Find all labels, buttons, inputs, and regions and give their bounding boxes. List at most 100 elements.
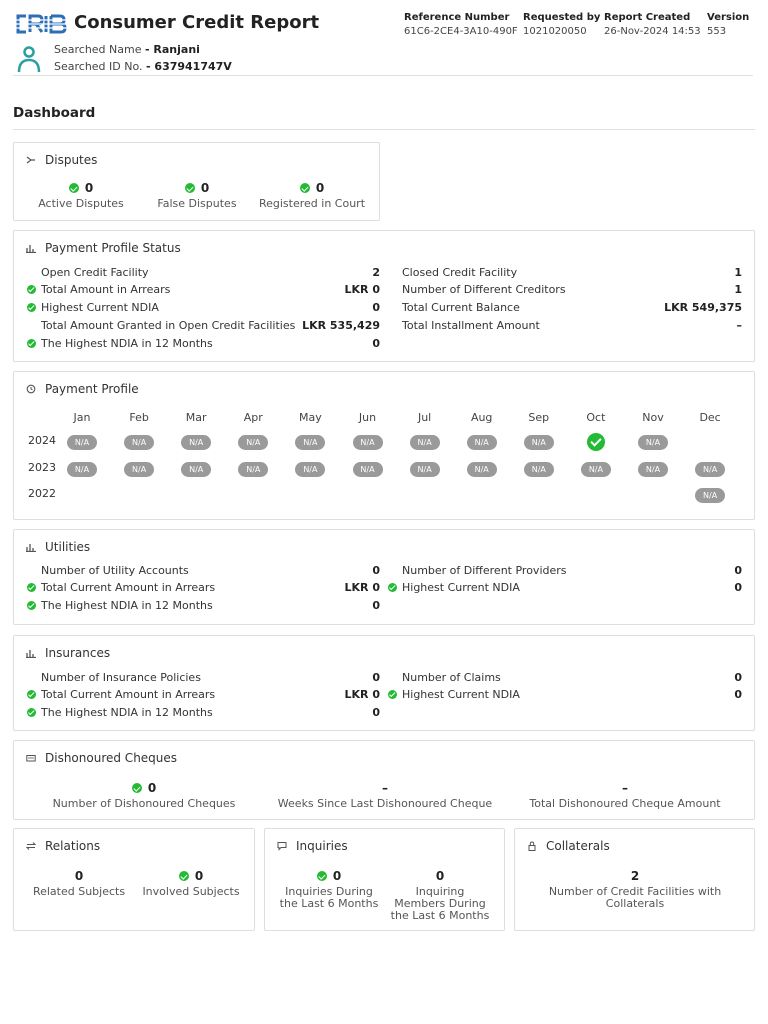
inquiring-members-stat: 0 Inquiring Members During the Last 6 Mo… xyxy=(385,869,495,922)
check-icon xyxy=(178,871,189,881)
stat-label: Registered in Court xyxy=(258,197,366,210)
status-pill: N/A xyxy=(523,435,554,450)
insurances-header: Insurances xyxy=(26,646,110,660)
status-pill: N/A xyxy=(352,435,383,450)
summary-label: Number of Different Creditors xyxy=(388,283,566,296)
summary-label-text: Number of Claims xyxy=(402,670,501,684)
summary-row: The Highest NDIA in 12 Months 0 xyxy=(27,597,380,613)
stat-value: 0 xyxy=(332,869,342,883)
total-amount-stat: – Total Dishonoured Cheque Amount xyxy=(514,781,736,810)
chart-icon xyxy=(26,245,36,253)
summary-label-text: Highest Current NDIA xyxy=(41,301,159,314)
searched-id-value: - 637941747V xyxy=(146,60,232,73)
status-pill: N/A xyxy=(181,435,212,450)
month-label: Apr xyxy=(243,411,263,424)
summary-label-text: Number of Utility Accounts xyxy=(41,563,189,577)
person-icon xyxy=(17,46,41,73)
summary-label-text: The Highest NDIA in 12 Months xyxy=(41,598,213,612)
paid-on-time-icon xyxy=(586,433,605,451)
summary-value: 1 xyxy=(734,265,742,279)
summary-value: – xyxy=(736,318,743,332)
involved-subjects-stat: 0 Involved Subjects xyxy=(136,869,246,898)
chart-icon xyxy=(26,544,36,552)
status-pill: N/A xyxy=(295,435,326,450)
summary-row: Number of Different Providers 0 xyxy=(388,562,742,578)
month-label: Feb xyxy=(129,411,149,424)
summary-value: 0 xyxy=(372,670,380,684)
summary-label: The Highest NDIA in 12 Months xyxy=(27,599,213,612)
summary-label-text: Number of Different Creditors xyxy=(402,283,566,297)
status-pill: N/A xyxy=(124,461,155,477)
stat-value: 0 xyxy=(147,781,157,795)
summary-label: Closed Credit Facility xyxy=(388,266,517,279)
check-icon xyxy=(388,690,397,699)
meta-value: 61C6-2CE4-3A10-490F xyxy=(404,26,518,37)
month-label: Jan xyxy=(73,411,91,424)
report-header: Consumer Credit Report Searched Name - R… xyxy=(0,0,768,80)
summary-row: Total Current Amount in Arrears LKR 0 xyxy=(27,687,380,703)
summary-value: LKR 0 xyxy=(344,283,381,297)
meta-requested-by: Requested by 1021020050 xyxy=(523,12,600,37)
meta-value: 26-Nov-2024 14:53 xyxy=(604,26,701,37)
utilities-card: Utilities Number of Utility Accounts 0 Tot… xyxy=(13,529,755,625)
inquiries-6-months-stat: 0 Inquiries During the Last 6 Months xyxy=(273,869,385,910)
summary-label-text: Total Installment Amount xyxy=(402,318,540,332)
summary-value: LKR 0 xyxy=(344,688,381,701)
status-pill: N/A xyxy=(695,461,726,477)
summary-label-text: The Highest NDIA in 12 Months xyxy=(41,705,213,719)
summary-row: Number of Claims 0 xyxy=(388,669,742,685)
summary-row: Number of Insurance Policies 0 xyxy=(27,669,380,685)
stat-value: 0 xyxy=(84,181,94,195)
summary-label: Total Amount in Arrears xyxy=(27,283,170,296)
summary-label-text: Total Current Balance xyxy=(402,301,520,314)
registered-in-court-stat: 0 Registered in Court xyxy=(256,181,368,210)
payment-profile-title: Payment Profile xyxy=(45,382,139,396)
meta-report-created: Report Created 26-Nov-2024 14:53 xyxy=(604,12,701,37)
check-icon xyxy=(316,871,327,881)
summary-row: Total Installment Amount – xyxy=(388,317,742,333)
summary-label: Total Current Amount in Arrears xyxy=(27,581,215,594)
chart-icon xyxy=(26,650,36,658)
summary-value: LKR 535,429 xyxy=(302,318,380,332)
status-pill: N/A xyxy=(695,488,726,503)
stat-label-line: the Last 6 Months xyxy=(279,897,379,910)
summary-label: Total Amount Granted in Open Credit Faci… xyxy=(27,319,295,332)
summary-row: Total Current Amount in Arrears LKR 0 xyxy=(27,580,380,596)
payment-profile-status-header: Payment Profile Status xyxy=(26,241,181,255)
summary-row: Number of Different Creditors 1 xyxy=(388,282,742,298)
summary-row: Highest Current NDIA 0 xyxy=(388,580,742,596)
summary-value: 0 xyxy=(734,688,742,701)
check-icon xyxy=(27,583,36,592)
status-pill: N/A xyxy=(409,461,440,477)
status-pill: N/A xyxy=(67,435,97,450)
summary-label-text: Total Current Amount in Arrears xyxy=(41,581,216,594)
summary-label: Number of Utility Accounts xyxy=(27,564,189,577)
meta-version: Version 553 xyxy=(707,12,749,37)
summary-label-text: Highest Current NDIA xyxy=(402,581,520,594)
summary-value: 0 xyxy=(734,581,742,594)
meta-label: Reference Number xyxy=(404,12,510,23)
utilities-title: Utilities xyxy=(45,540,91,554)
status-pill: N/A xyxy=(181,461,212,477)
insurances-card: Insurances Number of Insurance Policies 0… xyxy=(13,635,755,731)
disputes-icon xyxy=(26,156,35,164)
summary-label: The Highest NDIA in 12 Months xyxy=(27,337,213,350)
dishonoured-cheques-card: Dishonoured Cheques 0 Number of Dishonou… xyxy=(13,740,755,820)
relations-title: Relations xyxy=(45,839,101,853)
stat-value: 0 xyxy=(435,869,445,883)
searched-id: Searched ID No. - 637941747V xyxy=(54,60,232,73)
summary-value: 0 xyxy=(372,301,380,314)
status-pill: N/A xyxy=(466,435,497,450)
summary-label: Highest Current NDIA xyxy=(27,301,159,314)
status-pill: N/A xyxy=(580,461,611,477)
summary-label-text: Open Credit Facility xyxy=(41,265,149,279)
dashboard-divider xyxy=(13,129,755,130)
month-label: Oct xyxy=(586,411,606,424)
year-label: 2022 xyxy=(28,487,56,500)
check-icon xyxy=(131,783,142,793)
status-pill: N/A xyxy=(238,435,269,450)
meta-value: 1021020050 xyxy=(523,26,587,37)
stat-value: 0 xyxy=(194,869,204,883)
check-icon xyxy=(184,183,195,193)
month-label: Aug xyxy=(470,411,493,424)
